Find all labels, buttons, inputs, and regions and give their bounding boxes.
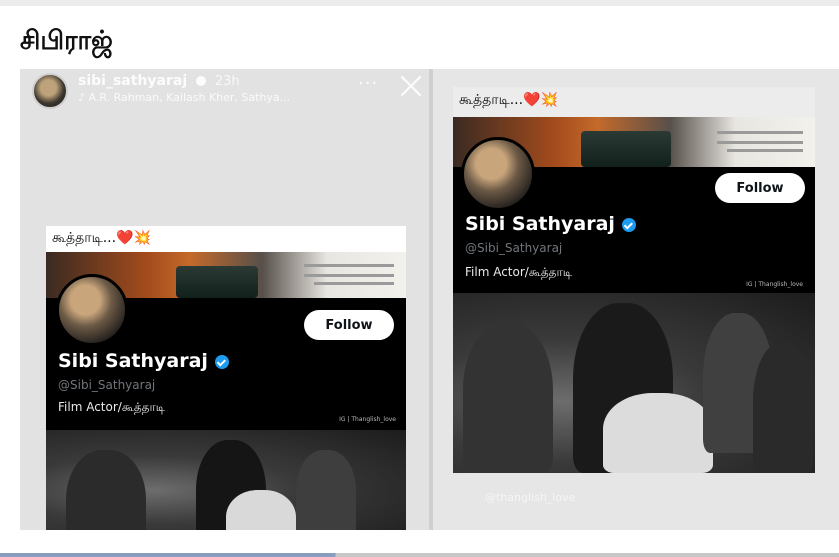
display-name-text: Sibi Sathyaraj bbox=[58, 350, 208, 372]
page-heading: சிபிராஜ் bbox=[20, 26, 113, 56]
watermark: IG | Thanglish_love bbox=[339, 416, 396, 423]
post-profile-card: கூத்தாடி...❤️💥 Follow Sibi Sathyaraj @Si… bbox=[453, 87, 815, 477]
profile-photo bbox=[46, 430, 406, 530]
story-profile-card: கூத்தாடி...❤️💥 Follow Sibi Sathyaraj @Si… bbox=[46, 226, 406, 530]
photo-figure bbox=[296, 450, 356, 530]
story-music-text: A.R. Rahman, Kailash Kher, Sathya... bbox=[88, 91, 291, 104]
display-name-text: Sibi Sathyaraj bbox=[465, 213, 615, 235]
story-username[interactable]: sibi_sathyaraj bbox=[78, 73, 187, 89]
verified-icon bbox=[621, 217, 636, 232]
story-avatar[interactable] bbox=[32, 73, 68, 109]
bottom-strip bbox=[0, 553, 839, 557]
post-watermark-tag: @thanglish_love bbox=[485, 491, 576, 504]
watermark: IG | Thanglish_love bbox=[746, 281, 803, 288]
story-card-caption: கூத்தாடி...❤️💥 bbox=[46, 226, 406, 252]
profile-handle: @Sibi_Sathyaraj bbox=[465, 241, 563, 255]
banner-bus bbox=[581, 131, 671, 167]
banner-credits bbox=[314, 282, 394, 285]
photo-figure bbox=[226, 490, 296, 530]
follow-button[interactable]: Follow bbox=[304, 310, 394, 340]
post-card-caption: கூத்தாடி...❤️💥 bbox=[453, 87, 815, 117]
story-header: sibi_sathyaraj 23h bbox=[78, 73, 240, 89]
profile-display-name: Sibi Sathyaraj bbox=[465, 213, 636, 235]
more-icon[interactable]: ··· bbox=[358, 73, 378, 94]
music-icon: ♪ bbox=[78, 91, 89, 104]
photo-figure bbox=[603, 393, 713, 473]
profile-bio: Film Actor/கூத்தாடி bbox=[465, 265, 573, 279]
banner-credits bbox=[304, 264, 394, 267]
profile-section: Follow Sibi Sathyaraj @Sibi_Sathyaraj Fi… bbox=[453, 137, 815, 293]
banner-bus bbox=[176, 266, 258, 298]
caption-text: கூத்தாடி...❤️💥 bbox=[52, 230, 151, 246]
verified-icon bbox=[196, 76, 206, 86]
banner-credits bbox=[717, 141, 803, 144]
profile-bio: Film Actor/கூத்தாடி bbox=[58, 400, 166, 414]
follow-button[interactable]: Follow bbox=[715, 173, 805, 203]
story-music-row[interactable]: ♪ A.R. Rahman, Kailash Kher, Sathya... bbox=[78, 91, 290, 104]
close-icon[interactable] bbox=[398, 73, 424, 99]
photo-figure bbox=[753, 343, 813, 473]
top-divider bbox=[0, 0, 839, 6]
photo-figure bbox=[463, 323, 553, 473]
profile-avatar[interactable] bbox=[461, 137, 535, 211]
photo-figure bbox=[66, 450, 146, 530]
post-photo bbox=[453, 293, 815, 473]
instagram-post-panel: கூத்தாடி...❤️💥 Follow Sibi Sathyaraj @Si… bbox=[433, 69, 839, 530]
banner-credits bbox=[304, 274, 394, 277]
banner-credits bbox=[727, 149, 803, 152]
story-screenshot-composite: sibi_sathyaraj 23h ♪ A.R. Rahman, Kailas… bbox=[20, 69, 839, 530]
profile-avatar[interactable] bbox=[56, 274, 128, 346]
instagram-story-panel: sibi_sathyaraj 23h ♪ A.R. Rahman, Kailas… bbox=[20, 69, 429, 530]
verified-icon bbox=[214, 354, 229, 369]
profile-section: Follow Sibi Sathyaraj @Sibi_Sathyaraj Fi… bbox=[46, 274, 406, 430]
profile-handle: @Sibi_Sathyaraj bbox=[58, 378, 156, 392]
banner-credits bbox=[717, 131, 803, 134]
story-time: 23h bbox=[214, 74, 240, 89]
profile-display-name: Sibi Sathyaraj bbox=[58, 350, 229, 372]
caption-text: கூத்தாடி...❤️💥 bbox=[459, 92, 558, 108]
